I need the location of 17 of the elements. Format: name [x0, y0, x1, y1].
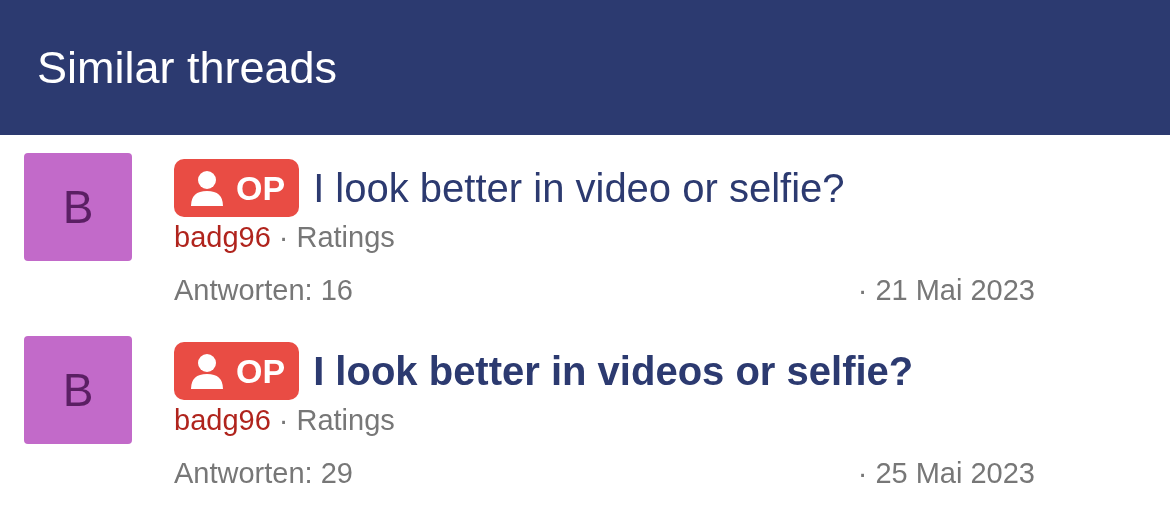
user-icon: [190, 170, 224, 206]
op-badge: OP: [174, 159, 300, 217]
avatar[interactable]: B: [24, 336, 132, 444]
op-badge: OP: [174, 342, 300, 400]
thread-title-link[interactable]: I look better in video or selfie?: [313, 165, 845, 211]
section-title: Similar threads: [37, 41, 338, 94]
thread-title-link[interactable]: I look better in videos or selfie?: [313, 348, 914, 394]
forum-name: · Ratings: [278, 221, 395, 254]
thread-date: · 25 Mai 2023: [857, 457, 1035, 490]
reply-count: Antworten: 29: [174, 457, 353, 490]
author-link[interactable]: badg96: [174, 404, 271, 437]
thread-date: · 21 Mai 2023: [857, 274, 1035, 307]
avatar[interactable]: B: [24, 153, 132, 261]
user-icon: [190, 353, 224, 389]
author-link[interactable]: badg96: [174, 221, 271, 254]
forum-name: · Ratings: [278, 404, 395, 437]
reply-count: Antworten: 16: [174, 274, 353, 307]
